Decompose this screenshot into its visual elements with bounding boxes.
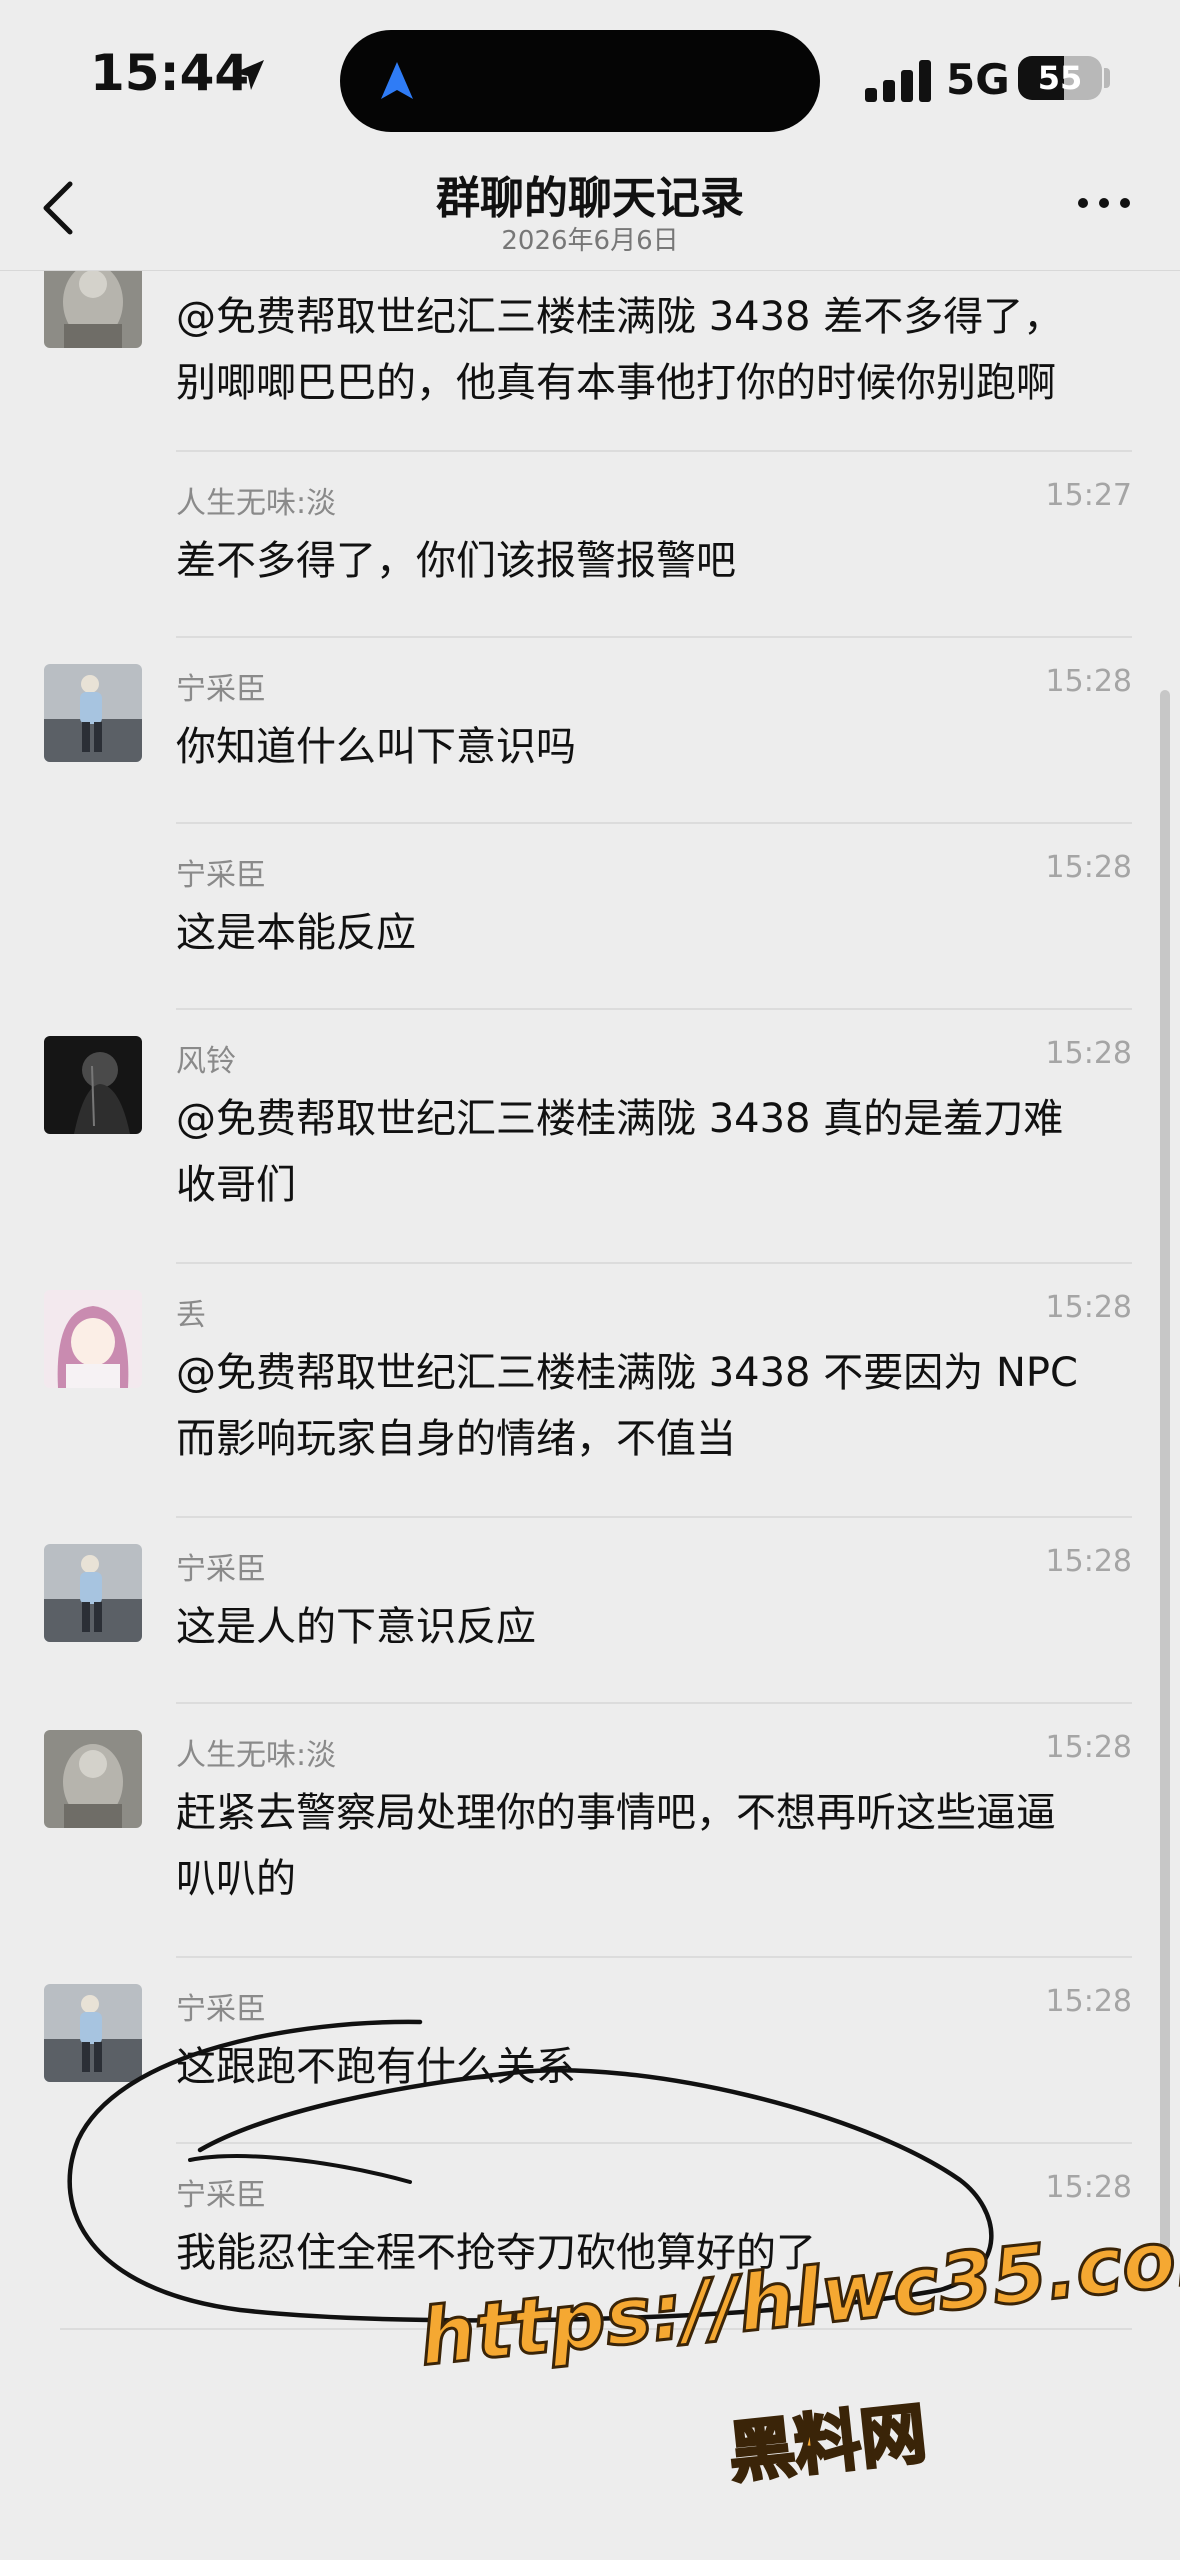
message-item: 宁采臣 15:28 这跟跑不跑有什么关系 [0, 1958, 1180, 2144]
message-text: 差不多得了，你们该报警报警吧 [176, 538, 736, 584]
dynamic-island [340, 30, 820, 132]
message-time: 15:28 [1045, 1036, 1132, 1071]
avatar [44, 270, 142, 348]
chat-history-list[interactable]: @免费帮取世纪汇三楼桂满陇 3438 差不多得了， 别唧唧巴巴的，他真有本事他打… [0, 270, 1180, 2560]
sender-name: 宁采臣 [176, 858, 266, 893]
avatar [44, 1730, 142, 1828]
nav-bar: 群聊的聊天记录 2026年6月6日 [0, 140, 1180, 271]
scrollbar[interactable] [1160, 690, 1170, 2250]
message-time: 15:28 [1045, 1730, 1132, 1765]
cellular-signal-icon [865, 58, 931, 102]
message-text: 这是本能反应 [176, 910, 416, 956]
message-item: @免费帮取世纪汇三楼桂满陇 3438 差不多得了， 别唧唧巴巴的，他真有本事他打… [0, 270, 1180, 452]
avatar [44, 664, 142, 762]
message-text: 赶紧去警察局处理你的事情吧，不想再听这些逼逼 叭叭的 [176, 1790, 1056, 1902]
message-text: 这是人的下意识反应 [176, 1604, 536, 1650]
avatar [44, 1984, 142, 2082]
sender-name: 人生无味:淡 [176, 1738, 337, 1773]
sender-name: 宁采臣 [176, 672, 266, 707]
network-type: 5G [946, 55, 1010, 104]
avatar [44, 1544, 142, 1642]
location-arrow-icon [234, 60, 264, 90]
battery-tip [1104, 68, 1110, 88]
message-time: 15:28 [1045, 850, 1132, 885]
battery-level: 55 [1037, 59, 1083, 97]
avatar [44, 1290, 142, 1388]
message-text: @免费帮取世纪汇三楼桂满陇 3438 差不多得了， 别唧唧巴巴的，他真有本事他打… [176, 294, 1064, 406]
sender-name: 人生无味:淡 [176, 486, 337, 521]
avatar [44, 1036, 142, 1134]
navigation-arrow-icon [381, 62, 413, 99]
status-bar: 15:44 5G 55 [0, 0, 1180, 140]
message-time: 15:28 [1045, 2170, 1132, 2205]
page-subtitle-date: 2026年6月6日 [501, 226, 679, 256]
battery-icon: 55 [1018, 56, 1102, 100]
message-item: 风铃 15:28 @免费帮取世纪汇三楼桂满陇 3438 真的是羞刀难 收哥们 [0, 1010, 1180, 1264]
message-text: 你知道什么叫下意识吗 [176, 724, 576, 770]
message-time: 15:27 [1045, 478, 1132, 513]
more-icon[interactable] [1074, 192, 1134, 212]
message-text: @免费帮取世纪汇三楼桂满陇 3438 不要因为 NPC 而影响玩家自身的情绪，不… [176, 1350, 1078, 1462]
message-item: 宁采臣 15:28 你知道什么叫下意识吗 [0, 638, 1180, 824]
message-item: 丢 15:28 @免费帮取世纪汇三楼桂满陇 3438 不要因为 NPC 而影响玩… [0, 1264, 1180, 1518]
sender-name: 风铃 [176, 1044, 236, 1079]
message-item: 宁采臣 15:28 这是人的下意识反应 [0, 1518, 1180, 1704]
sender-name: 宁采臣 [176, 2178, 266, 2213]
sender-name: 宁采臣 [176, 1992, 266, 2027]
sender-name: 宁采臣 [176, 1552, 266, 1587]
status-time: 15:44 [90, 44, 250, 102]
message-text: 这跟跑不跑有什么关系 [176, 2044, 576, 2090]
message-time: 15:28 [1045, 1290, 1132, 1325]
message-item: 宁采臣 15:28 这是本能反应 [0, 824, 1180, 1010]
message-time: 15:28 [1045, 1544, 1132, 1579]
message-item: 人生无味:淡 15:27 差不多得了，你们该报警报警吧 [0, 452, 1180, 638]
page-title: 群聊的聊天记录 [436, 173, 744, 224]
message-item: 人生无味:淡 15:28 赶紧去警察局处理你的事情吧，不想再听这些逼逼 叭叭的 [0, 1704, 1180, 1958]
message-text: @免费帮取世纪汇三楼桂满陇 3438 真的是羞刀难 收哥们 [176, 1096, 1064, 1208]
sender-name: 丢 [176, 1298, 206, 1333]
message-time: 15:28 [1045, 1984, 1132, 2019]
message-time: 15:28 [1045, 664, 1132, 699]
